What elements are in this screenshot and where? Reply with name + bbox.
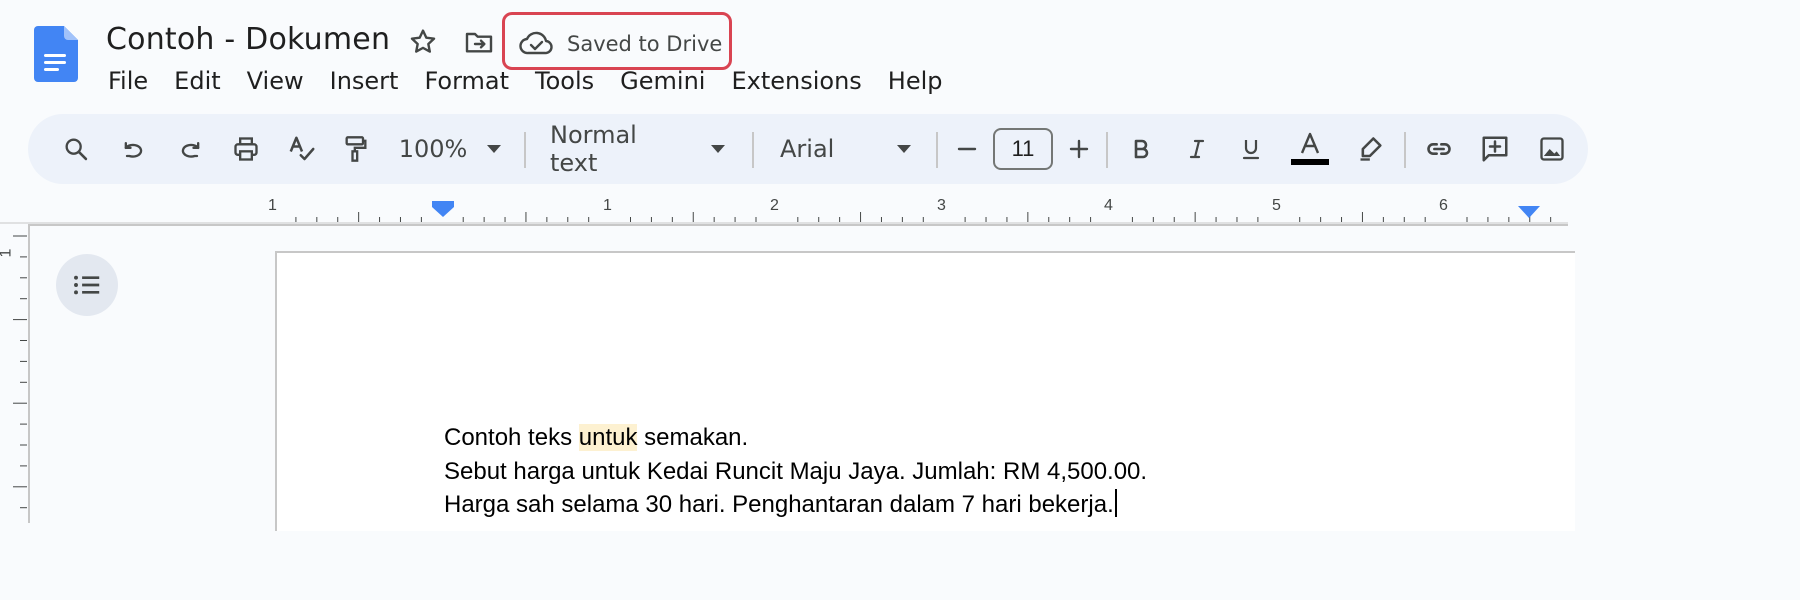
text-run: Harga sah selama 30 hari. Penghantaran d… (444, 491, 1114, 518)
paragraph-3: Harga sah selama 30 hari. Penghantaran d… (444, 488, 1147, 522)
increase-font-icon[interactable] (1064, 114, 1094, 184)
font-dropdown-icon[interactable] (890, 114, 918, 184)
text-color-icon[interactable] (1288, 114, 1332, 184)
cloud-check-icon (519, 29, 553, 55)
paragraph-style-select[interactable]: Normal text (550, 114, 690, 184)
text-run: semakan. (637, 424, 749, 451)
image-icon[interactable] (1534, 114, 1570, 184)
menu-format[interactable]: Format (411, 62, 522, 100)
menu-extensions[interactable]: Extensions (718, 62, 874, 100)
underline-icon[interactable] (1234, 114, 1268, 184)
text-run: Contoh teks (444, 424, 579, 451)
paint-format-icon[interactable] (338, 114, 374, 184)
right-indent-marker (1518, 206, 1540, 218)
menu-help[interactable]: Help (875, 62, 956, 100)
menu-gemini[interactable]: Gemini (607, 62, 718, 100)
ruler-label: 6 (1439, 197, 1448, 214)
decrease-font-icon[interactable] (952, 114, 982, 184)
paragraph-1: Contoh teks untuk semakan. (444, 421, 1147, 455)
link-icon[interactable] (1420, 114, 1458, 184)
save-status-label: Saved to Drive (567, 32, 723, 56)
highlighted-word: untuk (578, 424, 638, 451)
menu-tools[interactable]: Tools (522, 62, 607, 100)
menu-bar: File Edit View Insert Format Tools Gemin… (95, 62, 956, 100)
highlight-icon[interactable] (1354, 114, 1388, 184)
undo-icon[interactable] (116, 114, 152, 184)
document-outline-button[interactable] (56, 254, 118, 316)
style-dropdown-icon[interactable] (704, 114, 732, 184)
bold-icon[interactable] (1124, 114, 1158, 184)
search-icon[interactable] (56, 114, 96, 184)
first-line-indent-marker (432, 201, 454, 217)
font-family-select[interactable]: Arial (780, 114, 860, 184)
toolbar-separator (524, 132, 526, 168)
ruler-label: 3 (937, 197, 946, 214)
vertical-ruler[interactable]: 1 (0, 226, 28, 530)
menu-file[interactable]: File (95, 62, 161, 100)
print-icon[interactable] (226, 114, 266, 184)
move-folder-icon[interactable] (461, 26, 497, 58)
toolbar-separator (936, 132, 938, 168)
text-cursor (1114, 489, 1117, 517)
zoom-value[interactable]: 100% (398, 114, 468, 184)
ruler-label: 1 (268, 197, 277, 214)
ruler-label: 5 (1272, 197, 1281, 214)
menu-edit[interactable]: Edit (161, 62, 233, 100)
italic-icon[interactable] (1180, 114, 1214, 184)
font-size-input[interactable]: 11 (993, 128, 1053, 170)
document-title[interactable]: Contoh - Dokumen (106, 22, 390, 57)
toolbar: 100% Normal text Arial 11 (28, 114, 1588, 184)
redo-icon[interactable] (172, 114, 208, 184)
menu-insert[interactable]: Insert (317, 62, 412, 100)
toolbar-separator (1404, 132, 1406, 168)
ruler-label: 1 (603, 197, 612, 214)
toolbar-separator (1106, 132, 1108, 168)
paragraph-2: Sebut harga untuk Kedai Runcit Maju Jaya… (444, 457, 1148, 485)
vertical-ruler-label: 1 (0, 249, 15, 258)
docs-logo-icon[interactable] (34, 26, 78, 82)
spellcheck-icon[interactable] (282, 114, 322, 184)
ruler-label: 2 (770, 197, 779, 214)
outline-list-icon (74, 275, 100, 295)
zoom-dropdown-icon[interactable] (480, 114, 508, 184)
horizontal-ruler[interactable]: 1 1 2 3 4 5 6 (0, 196, 1568, 226)
menu-view[interactable]: View (234, 62, 317, 100)
document-body[interactable]: Contoh teks untuk semakan. Sebut harga u… (444, 421, 1147, 522)
add-comment-icon[interactable] (1476, 114, 1514, 184)
star-icon[interactable] (406, 26, 440, 58)
toolbar-separator (752, 132, 754, 168)
ruler-label: 4 (1104, 197, 1113, 214)
